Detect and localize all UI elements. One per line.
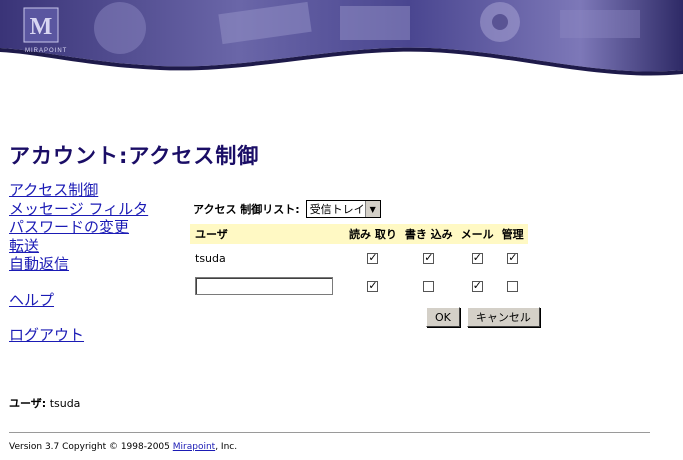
- col-header-write: 書き 込み: [400, 224, 457, 244]
- nav-logout[interactable]: ログアウト: [9, 326, 148, 345]
- acl-table: ユーザ 読み 取り 書き 込み メール 管理 tsuda: [190, 224, 528, 300]
- write-checkbox[interactable]: [423, 251, 435, 264]
- acl-list-row: アクセス 制御リスト: 受信トレイ ▼: [193, 200, 381, 218]
- footer-copyright: Version 3.7 Copyright © 1998-2005: [9, 442, 173, 452]
- nav-help[interactable]: ヘルプ: [9, 291, 148, 310]
- cancel-button[interactable]: キャンセル: [466, 307, 540, 327]
- nav-auto-reply[interactable]: 自動返信: [9, 255, 148, 274]
- table-header-row: ユーザ 読み 取り 書き 込み メール 管理: [190, 224, 528, 244]
- folder-select-value: 受信トレイ: [309, 203, 365, 216]
- folder-select[interactable]: 受信トレイ ▼: [305, 200, 381, 218]
- nav-forwarding[interactable]: 転送: [9, 237, 148, 256]
- ok-button[interactable]: OK: [426, 307, 460, 327]
- col-header-read: 読み 取り: [345, 224, 401, 244]
- sidebar-nav: アクセス制御 メッセージ フィルタ パスワードの変更 転送 自動返信 ヘルプ ロ…: [9, 181, 148, 345]
- footer-divider: [9, 432, 650, 433]
- new-admin-checkbox[interactable]: [507, 281, 519, 292]
- row-user: tsuda: [195, 251, 226, 265]
- new-mail-checkbox[interactable]: [471, 279, 483, 292]
- footer-company-link[interactable]: Mirapoint: [173, 442, 215, 452]
- header-banner: M MIRAPOINT: [0, 0, 683, 76]
- nav-message-filter[interactable]: メッセージ フィルタ: [9, 200, 148, 219]
- chevron-down-icon[interactable]: ▼: [364, 201, 380, 217]
- current-user: ユーザ: tsuda: [9, 395, 80, 411]
- col-header-admin: 管理: [497, 224, 528, 244]
- table-row: tsuda: [190, 244, 528, 272]
- logo-text: MIRAPOINT: [25, 48, 67, 54]
- col-header-user: ユーザ: [190, 224, 345, 244]
- page-title: アカウント:アクセス制御: [9, 144, 260, 168]
- footer-suffix: , Inc.: [215, 442, 238, 452]
- admin-checkbox[interactable]: [507, 251, 519, 264]
- col-header-mail: メール: [456, 224, 498, 244]
- current-user-value: tsuda: [49, 397, 81, 410]
- acl-list-label: アクセス 制御リスト:: [193, 203, 300, 216]
- mail-checkbox[interactable]: [471, 251, 483, 264]
- nav-access-control[interactable]: アクセス制御: [9, 181, 148, 200]
- new-entry-row: [190, 272, 528, 300]
- footer: Version 3.7 Copyright © 1998-2005 Mirapo…: [9, 442, 237, 452]
- new-write-checkbox[interactable]: [423, 281, 435, 292]
- form-buttons: OK キャンセル: [426, 307, 540, 327]
- current-user-label: ユーザ:: [9, 397, 47, 410]
- new-read-checkbox[interactable]: [367, 279, 379, 292]
- logo-letter: M: [30, 14, 53, 40]
- new-user-input[interactable]: [195, 277, 333, 295]
- nav-change-password[interactable]: パスワードの変更: [9, 218, 148, 237]
- read-checkbox[interactable]: [367, 251, 379, 264]
